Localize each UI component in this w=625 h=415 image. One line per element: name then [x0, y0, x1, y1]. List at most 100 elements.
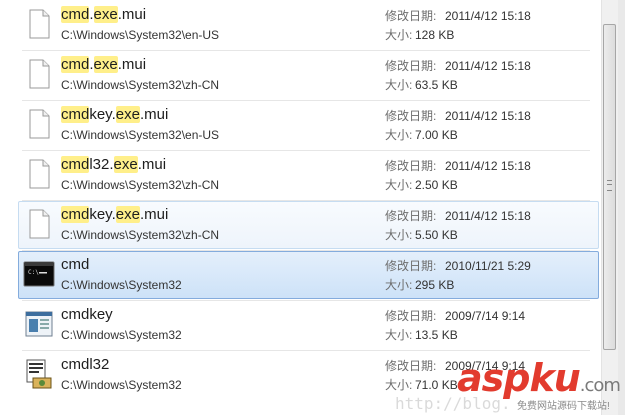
modified-label: 修改日期: [385, 309, 437, 323]
file-path: C:\Windows\System32\en-US [61, 28, 220, 42]
name-segment: l32. [89, 156, 114, 173]
file-path: C:\Windows\System32\zh-CN [61, 178, 220, 192]
name-segment: key. [89, 206, 116, 223]
name-highlight: cmd [61, 56, 90, 73]
name-highlight: cmd [61, 106, 90, 123]
result-item[interactable]: cmd.exe.mui C:\Windows\System32\zh-CN 修改… [18, 51, 599, 99]
file-path: C:\Windows\System32\en-US [61, 128, 220, 142]
name-highlight: exe [115, 106, 140, 123]
name-segment: . [89, 56, 94, 73]
size-label: 大小: [385, 378, 413, 392]
console-icon: C:\ [23, 258, 55, 290]
result-item[interactable]: cmdkey.exe.mui C:\Windows\System32\en-US… [18, 101, 599, 149]
size-value: 13.5 KB [415, 328, 458, 342]
row-separator [22, 350, 590, 351]
row-separator [22, 50, 590, 51]
vertical-scrollbar[interactable] [601, 0, 618, 415]
file-path: C:\Windows\System32 [61, 278, 182, 292]
name-segment: .mui [117, 6, 147, 23]
modified-label: 修改日期: [385, 9, 437, 23]
size-value: 2.50 KB [415, 178, 458, 192]
file-path: C:\Windows\System32\zh-CN [61, 228, 220, 242]
name-highlight: cmd [61, 156, 90, 173]
name-highlight: exe [113, 156, 138, 173]
size-label: 大小: [385, 78, 413, 92]
name-segment: key. [89, 106, 116, 123]
file-name: cmdkey.exe.mui [61, 105, 168, 125]
name-segment: .mui [117, 56, 147, 73]
svg-text:C:\: C:\ [28, 269, 39, 276]
name-segment: cmd [61, 256, 90, 273]
size-value: 7.00 KB [415, 128, 458, 142]
file-name: cmdkey.exe.mui [61, 205, 168, 225]
name-segment: .mui [139, 106, 169, 123]
name-segment: .mui [137, 156, 167, 173]
result-item[interactable]: cmdkey.exe.mui C:\Windows\System32\zh-CN… [18, 201, 599, 249]
modified-label: 修改日期: [385, 259, 437, 273]
name-highlight: exe [93, 6, 118, 23]
name-segment: cmdl32 [61, 356, 110, 373]
name-segment: cmdkey [61, 306, 113, 323]
file-name: cmd [61, 255, 89, 275]
name-highlight: exe [115, 206, 140, 223]
modified-value: 2009/7/14 9:14 [445, 309, 526, 323]
size-value: 71.0 KB [415, 378, 458, 392]
result-item[interactable]: cmdl32 C:\Windows\System32 修改日期: 2009/7/… [18, 351, 599, 399]
row-separator [22, 250, 590, 251]
size-value: 128 KB [415, 28, 455, 42]
result-item[interactable]: cmd.exe.mui C:\Windows\System32\en-US 修改… [18, 1, 599, 49]
grip-icon [607, 180, 612, 191]
name-highlight: exe [93, 56, 118, 73]
size-label: 大小: [385, 278, 413, 292]
modified-value: 2009/7/14 9:14 [445, 359, 526, 373]
modified-value: 2011/4/12 15:18 [445, 109, 531, 123]
file-name: cmdkey [61, 305, 113, 325]
modified-value: 2011/4/12 15:18 [445, 209, 531, 223]
window-edge [618, 0, 625, 415]
installer-icon [23, 358, 55, 390]
result-item[interactable]: cmdl32.exe.mui C:\Windows\System32\zh-CN… [18, 151, 599, 199]
size-label: 大小: [385, 178, 413, 192]
app-window-icon [23, 308, 55, 340]
modified-label: 修改日期: [385, 209, 437, 223]
blank-file-icon [23, 108, 55, 140]
size-value: 63.5 KB [415, 78, 458, 92]
size-label: 大小: [385, 28, 413, 42]
result-item[interactable]: C:\ cmd C:\Windows\System32 修改日期: 2010/1… [18, 251, 599, 299]
name-segment: . [89, 6, 94, 23]
file-path: C:\Windows\System32\zh-CN [61, 78, 220, 92]
modified-value: 2010/11/21 5:29 [445, 259, 531, 273]
blank-file-icon [23, 158, 55, 190]
modified-value: 2011/4/12 15:18 [445, 59, 531, 73]
modified-value: 2011/4/12 15:18 [445, 159, 531, 173]
row-separator [22, 200, 590, 201]
modified-label: 修改日期: [385, 109, 437, 123]
row-separator [22, 150, 590, 151]
file-name: cmd.exe.mui [61, 55, 146, 75]
size-value: 295 KB [415, 278, 455, 292]
name-highlight: cmd [61, 206, 90, 223]
size-value: 5.50 KB [415, 228, 458, 242]
name-segment: .mui [139, 206, 169, 223]
result-item[interactable]: cmdkey C:\Windows\System32 修改日期: 2009/7/… [18, 301, 599, 349]
row-separator [22, 100, 590, 101]
file-name: cmdl32.exe.mui [61, 155, 166, 175]
modified-label: 修改日期: [385, 159, 437, 173]
file-name: cmdl32 [61, 355, 109, 375]
size-label: 大小: [385, 228, 413, 242]
row-separator [22, 300, 590, 301]
size-label: 大小: [385, 328, 413, 342]
search-results-list: cmd.exe.mui C:\Windows\System32\en-US 修改… [0, 0, 601, 415]
blank-file-icon [23, 208, 55, 240]
name-highlight: cmd [61, 6, 90, 23]
scrollbar-thumb[interactable] [603, 24, 616, 350]
modified-label: 修改日期: [385, 59, 437, 73]
blank-file-icon [23, 58, 55, 90]
blank-file-icon [23, 8, 55, 40]
file-path: C:\Windows\System32 [61, 328, 182, 342]
file-name: cmd.exe.mui [61, 5, 146, 25]
file-path: C:\Windows\System32 [61, 378, 182, 392]
size-label: 大小: [385, 128, 413, 142]
modified-label: 修改日期: [385, 359, 437, 373]
modified-value: 2011/4/12 15:18 [445, 9, 531, 23]
